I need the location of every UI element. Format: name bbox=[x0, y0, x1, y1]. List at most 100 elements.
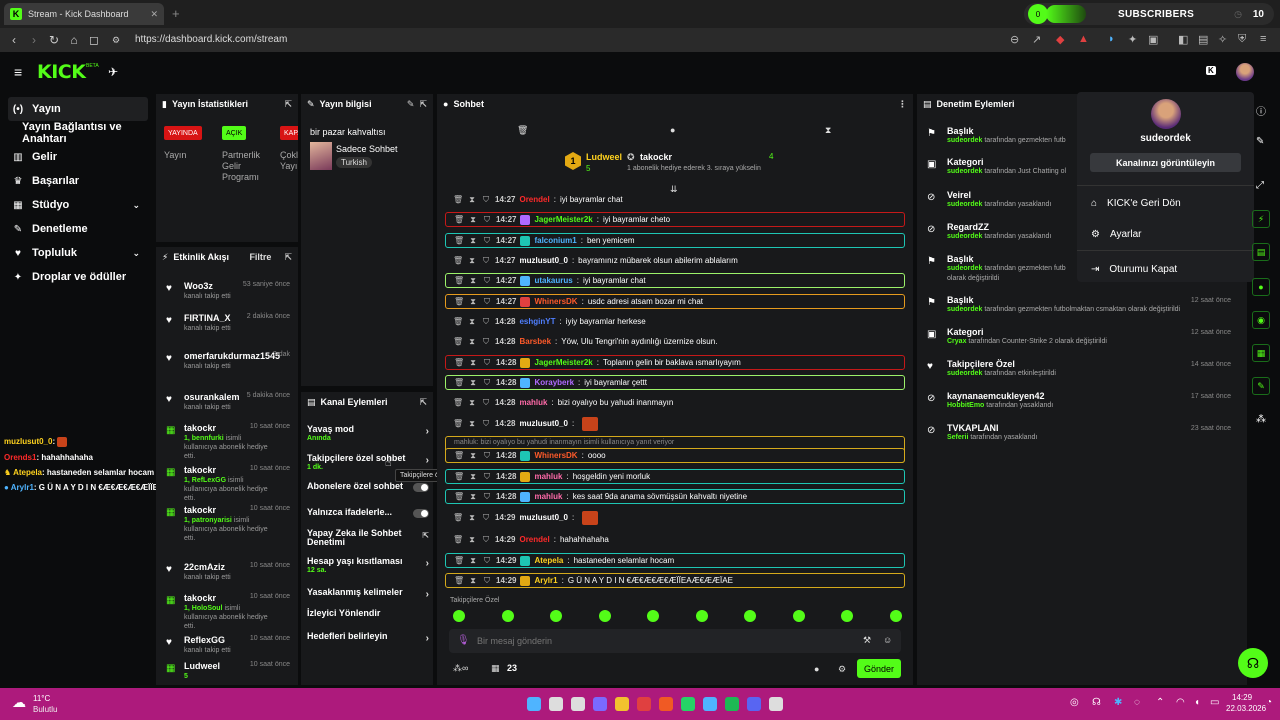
emote-icon[interactable] bbox=[550, 610, 562, 622]
battery-icon[interactable]: ▭ bbox=[1210, 697, 1219, 708]
trash-icon[interactable]: 🗑 bbox=[454, 451, 464, 460]
sidebar-item-stream-key[interactable]: Yayın Bağlantısı ve Anahtarı bbox=[8, 121, 148, 145]
sidebar-toggle-icon[interactable]: ◧ bbox=[1178, 33, 1188, 46]
menu-item-settings[interactable]: ⚙ Ayarlar bbox=[1091, 229, 1141, 240]
popout-icon[interactable]: ⇱ bbox=[419, 397, 427, 408]
shield-icon[interactable]: ⛉ bbox=[481, 317, 491, 327]
shield-icon[interactable]: ⛉ bbox=[482, 451, 492, 461]
chat-message[interactable]: 🗑 ⧗ ⛉ 14:28 muzlusut0_0: bbox=[445, 416, 905, 431]
message-username[interactable]: utakaurus bbox=[534, 276, 572, 285]
timeout-icon[interactable]: ⧗ bbox=[467, 535, 477, 545]
puzzle-icon[interactable]: ✦ bbox=[1128, 33, 1137, 46]
message-username[interactable]: JagerMeister2k bbox=[534, 215, 592, 224]
popout-icon[interactable]: ⇱ bbox=[284, 252, 292, 263]
emote-icon[interactable] bbox=[841, 610, 853, 622]
emote-icon[interactable] bbox=[744, 610, 756, 622]
moderation-actor[interactable]: Cryax bbox=[947, 338, 966, 345]
activity-username[interactable]: takockr bbox=[184, 593, 216, 603]
mic-icon[interactable]: 🎙 bbox=[457, 635, 470, 646]
store-icon[interactable] bbox=[703, 697, 717, 711]
task-view-icon[interactable] bbox=[571, 697, 585, 711]
activity-username[interactable]: ReflexGG bbox=[184, 635, 225, 645]
trash-icon[interactable]: 🗑 bbox=[454, 556, 464, 565]
new-tab-icon[interactable]: + bbox=[172, 6, 180, 21]
trash-icon[interactable]: 🗑 bbox=[453, 398, 463, 407]
back-icon[interactable]: ‹ bbox=[4, 33, 24, 47]
trash-icon[interactable]: 🗑 bbox=[454, 236, 464, 245]
shield-icon[interactable]: ⛉ bbox=[482, 276, 492, 286]
timeout-icon[interactable]: ⧗ bbox=[468, 276, 478, 286]
extension-icon[interactable]: ◗ bbox=[1108, 33, 1115, 45]
trash-icon[interactable]: 🗑 bbox=[454, 472, 464, 481]
hourglass-icon[interactable]: ⧗ bbox=[825, 125, 831, 136]
chevron-right-icon[interactable]: › bbox=[426, 455, 429, 466]
chevron-right-icon[interactable]: › bbox=[426, 589, 429, 600]
discord-icon[interactable] bbox=[747, 697, 761, 711]
chat-message[interactable]: 🗑 ⧗ ⛉ 14:28 mahluk: hoşgeldin yeni morluk bbox=[445, 469, 905, 484]
brave-icon[interactable] bbox=[659, 697, 673, 711]
shield-icon[interactable]: ⛉ bbox=[481, 195, 491, 205]
timeout-icon[interactable]: ⧗ bbox=[468, 358, 478, 368]
chat-message[interactable]: 🗑 ⧗ ⛉ 14:29 Arylr1: G Ü N A Y D I N €Æ€Æ€Æ€ÆÏ… bbox=[445, 573, 905, 588]
rewards-icon[interactable]: ▲ bbox=[1078, 33, 1089, 45]
message-username[interactable]: WhinersDK bbox=[534, 451, 577, 460]
trash-icon[interactable]: 🗑 bbox=[453, 535, 463, 544]
trash-icon[interactable]: 🗑 bbox=[453, 195, 463, 204]
users-icon[interactable]: ⁂ bbox=[1256, 414, 1266, 425]
hamburger-icon[interactable]: ≡ bbox=[14, 64, 22, 80]
shield-icon[interactable]: ⛉ bbox=[481, 535, 491, 545]
menu-item-logout[interactable]: ⇥ Oturumu Kapat bbox=[1091, 264, 1177, 275]
message-username[interactable]: Orendel bbox=[519, 195, 549, 204]
edit-icon[interactable]: ✎ bbox=[1256, 136, 1264, 147]
share-icon[interactable]: ↗ bbox=[1032, 33, 1041, 46]
message-username[interactable]: Arylr1 bbox=[534, 576, 557, 585]
message-username[interactable]: muzlusut0_0 bbox=[519, 256, 567, 265]
trash-icon[interactable]: 🗑 bbox=[453, 513, 463, 522]
reload-icon[interactable]: ↻ bbox=[44, 33, 64, 47]
kick-logo[interactable]: KICK bbox=[37, 61, 86, 83]
chat-message[interactable]: 🗑 ⧗ ⛉ 14:27 muzlusut0_0: bayramınız mübarek o… bbox=[445, 253, 905, 268]
timeout-icon[interactable]: ⧗ bbox=[468, 236, 478, 246]
whatsapp-icon[interactable] bbox=[681, 697, 695, 711]
trash-icon[interactable]: 🗑 bbox=[454, 492, 464, 501]
chat-message[interactable]: 🗑 ⧗ ⛉ 14:28 eshginYT: iyiy bayramlar herkese bbox=[445, 314, 905, 329]
trash-icon[interactable]: 🗑 bbox=[454, 297, 464, 306]
broadcast-icon[interactable]: ◉ bbox=[1252, 311, 1270, 329]
sidebar-item-gelir[interactable]: ▥ Gelir bbox=[8, 145, 148, 169]
shield-icon[interactable]: ⛉ bbox=[482, 358, 492, 368]
emote-icon[interactable] bbox=[792, 610, 805, 622]
browser-tab[interactable]: K Stream - Kick Dashboard ✕ bbox=[4, 3, 164, 25]
trash-icon[interactable]: 🗑 bbox=[517, 125, 528, 136]
flash-icon[interactable]: ⚡ bbox=[1252, 210, 1270, 228]
chat-message[interactable]: 🗑 ⧗ ⛉ 14:27 JagerMeister2k: iyi bayramlar che… bbox=[445, 212, 905, 227]
message-username[interactable]: mahluk bbox=[534, 472, 562, 481]
shield-icon[interactable]: ⛉ bbox=[481, 419, 491, 429]
chat-message[interactable]: 🗑 ⧗ ⛉ 14:28 mahluk: kes saat 9da anama sövmüş… bbox=[445, 489, 905, 504]
chat-message[interactable]: 🗑 ⧗ ⛉ 14:29 muzlusut0_0: bbox=[445, 510, 905, 525]
chat-message[interactable]: 🗑 ⧗ ⛉ 14:28 mahluk: bizi oyalıyo bu yahudi in… bbox=[445, 395, 905, 410]
message-username[interactable]: JagerMeister2k bbox=[534, 358, 592, 367]
channel-action-item[interactable]: Yalnızca ifadelerle... bbox=[307, 507, 429, 518]
timeout-icon[interactable]: ⧗ bbox=[467, 256, 477, 266]
chat-message[interactable]: 🗑 ⧗ ⛉ 14:27 utakaurus: iyi bayramlar chat bbox=[445, 273, 905, 288]
chat-message[interactable]: 🗑 ⧗ ⛉ 14:28 Barsbek: Yöw, Ulu Tengri'nin aydı… bbox=[445, 334, 905, 349]
wifi-icon[interactable]: ◠ bbox=[1176, 697, 1185, 708]
moderation-actor[interactable]: sudeordek bbox=[947, 201, 982, 208]
media-icon[interactable]: ▣ bbox=[1148, 33, 1158, 46]
expand-icon[interactable]: ⤢ bbox=[1256, 180, 1264, 191]
chat-message[interactable]: 🗑 ⧗ ⛉ 14:27 falconium1: ben yemicem bbox=[445, 233, 905, 248]
trash-icon[interactable]: 🗑 bbox=[454, 215, 464, 224]
moderation-actor[interactable]: sudeordek bbox=[947, 137, 982, 144]
timeout-icon[interactable]: ⧗ bbox=[468, 297, 478, 307]
shield-icon[interactable]: ⛉ bbox=[481, 256, 491, 266]
volume-icon[interactable]: ◖ bbox=[1194, 697, 1200, 708]
chat-message[interactable]: 🗑 ⧗ ⛉ 14:28 JagerMeister2k: Toplanın gelin bi… bbox=[445, 355, 905, 370]
trash-icon[interactable]: 🗑 bbox=[453, 419, 463, 428]
chat-input[interactable] bbox=[477, 633, 837, 649]
activity-username[interactable]: 22cmAziz bbox=[184, 562, 225, 572]
toggle-switch[interactable] bbox=[413, 509, 429, 518]
emote-icon[interactable] bbox=[647, 610, 659, 622]
start-icon[interactable] bbox=[527, 697, 541, 711]
timeout-icon[interactable]: ⧗ bbox=[468, 215, 478, 225]
sidebar-item-denetleme[interactable]: ✎ Denetleme bbox=[8, 217, 148, 241]
